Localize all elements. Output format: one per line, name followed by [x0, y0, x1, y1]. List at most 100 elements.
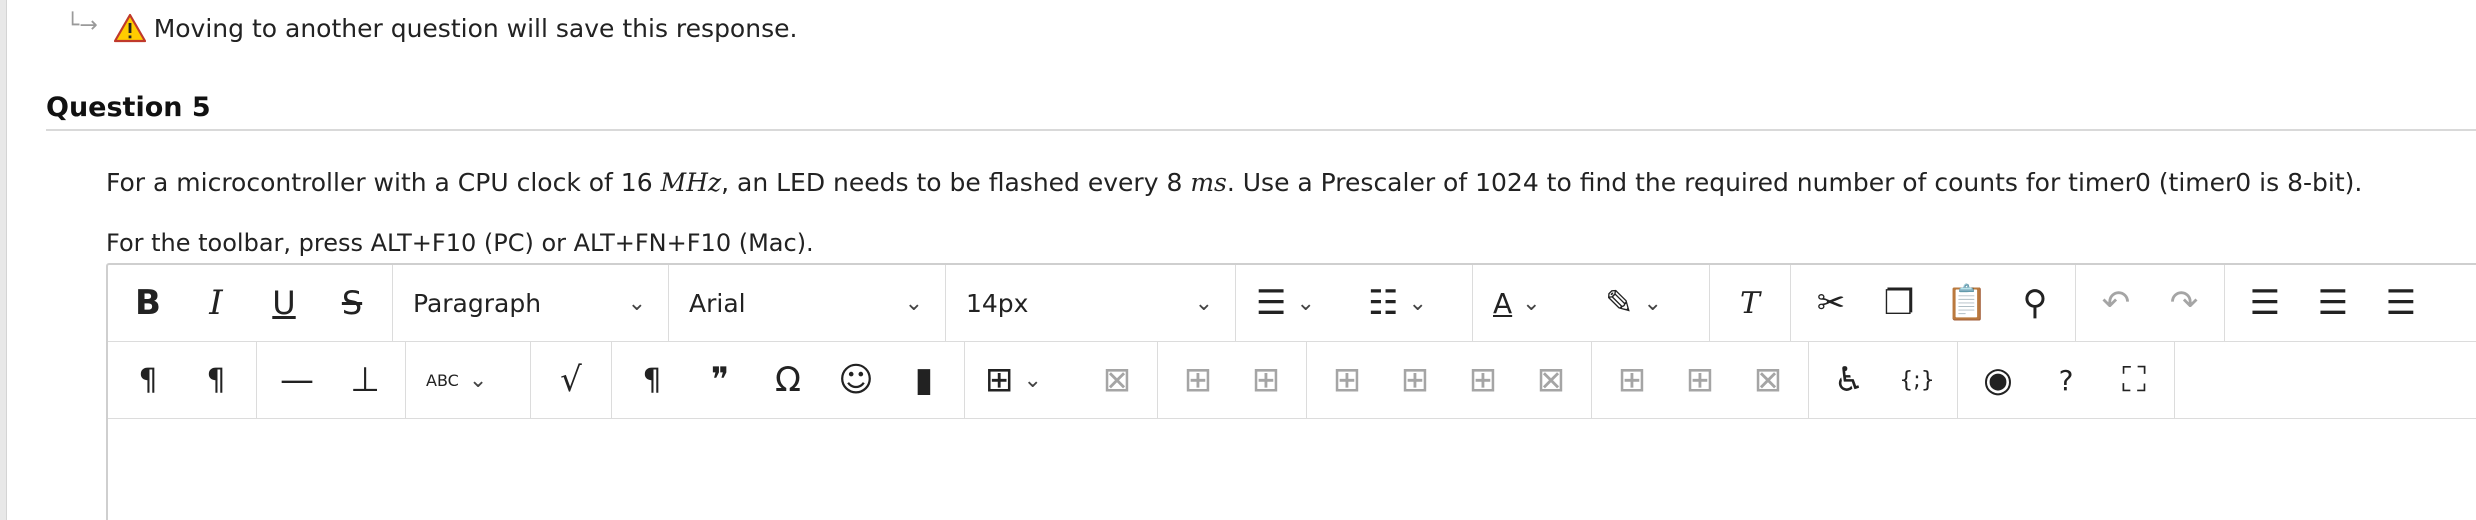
- chevron-down-icon: ⌄: [1296, 290, 1315, 316]
- warning-icon: [113, 13, 146, 43]
- ltr-icon[interactable]: ¶: [114, 350, 182, 410]
- question-divider: [46, 129, 2476, 131]
- delete-table-icon[interactable]: ⊠: [1083, 350, 1151, 410]
- chevron-down-icon: ⌄: [1643, 290, 1662, 316]
- editor-content-area[interactable]: [108, 420, 2476, 520]
- font-family-value: Arial: [689, 288, 746, 318]
- chevron-down-icon: ⌄: [627, 290, 646, 316]
- undo-icon[interactable]: ↶: [2082, 273, 2150, 333]
- toolbar-row-1: B I U S Paragraph ⌄ Arial ⌄ 14px ⌄ ☰ ⌄ ☷ ⌄…: [108, 265, 2476, 342]
- preview-icon[interactable]: ◉: [1964, 350, 2032, 410]
- strikethrough-button[interactable]: S: [318, 273, 386, 333]
- prompt-unit-ms: ms: [1190, 168, 1227, 197]
- table-col-group: ⊞ ⊞ ⊠: [1592, 342, 1809, 418]
- page-left-border: [0, 0, 7, 520]
- rtl-icon[interactable]: ¶: [182, 350, 250, 410]
- highlight-color-button[interactable]: ✎ ⌄: [1591, 273, 1703, 333]
- prompt-text-c: . Use a Prescaler of 1024 to find the re…: [1226, 168, 2363, 197]
- spellcheck-group: ABC ⌄: [406, 342, 531, 418]
- chevron-down-icon: ⌄: [468, 367, 488, 393]
- bullet-list-icon: ☰: [1256, 283, 1287, 323]
- table-group: ⊞ ⌄ ⊠: [965, 342, 1158, 418]
- question-prompt: For a microcontroller with a CPU clock o…: [106, 168, 2362, 197]
- merge-cells-icon[interactable]: ⊞: [1381, 350, 1449, 410]
- clear-formatting-button[interactable]: T: [1716, 273, 1784, 333]
- font-size-value: 14px: [966, 288, 1029, 318]
- bookmark-icon[interactable]: ▮: [890, 350, 958, 410]
- insert-row-before-icon[interactable]: ⊞: [1164, 350, 1232, 410]
- spellcheck-icon: ABC: [426, 370, 459, 390]
- anchor-icon[interactable]: ⊥: [331, 350, 399, 410]
- chevron-down-icon: ⌄: [1408, 290, 1427, 316]
- redo-icon[interactable]: ↷: [2150, 273, 2218, 333]
- view-group: ◉ ? ⛶: [1958, 342, 2175, 418]
- delete-cell-icon[interactable]: ⊠: [1517, 350, 1585, 410]
- accessibility-group: ♿ {;}: [1809, 342, 1958, 418]
- align-left-icon[interactable]: ☰: [2231, 273, 2299, 333]
- bold-button[interactable]: B: [114, 273, 182, 333]
- insert-group: ¶ ❞ Ω ☺ ▮: [612, 342, 965, 418]
- prompt-unit-mhz: MHz: [660, 168, 722, 197]
- notice-text: Moving to another question will save thi…: [153, 13, 798, 43]
- fullscreen-icon[interactable]: ⛶: [2100, 350, 2168, 410]
- rich-text-editor[interactable]: B I U S Paragraph ⌄ Arial ⌄ 14px ⌄ ☰ ⌄ ☷ ⌄…: [106, 263, 2476, 520]
- copy-icon[interactable]: ❐: [1865, 273, 1933, 333]
- prompt-text-b: , an LED needs to be flashed every 8: [721, 168, 1191, 197]
- delete-col-icon[interactable]: ⊠: [1734, 350, 1802, 410]
- toolbar-hint: For the toolbar, press ALT+F10 (PC) or A…: [106, 229, 814, 257]
- block-format-select[interactable]: Paragraph ⌄: [393, 265, 669, 341]
- align-center-icon[interactable]: ☰: [2299, 273, 2367, 333]
- math-group: √: [531, 342, 612, 418]
- source-code-icon[interactable]: {;}: [1883, 350, 1951, 410]
- insert-col-before-icon[interactable]: ⊞: [1598, 350, 1666, 410]
- special-char-icon[interactable]: Ω: [754, 350, 822, 410]
- emoji-icon[interactable]: ☺: [822, 350, 890, 410]
- pilcrow-icon[interactable]: ¶: [618, 350, 686, 410]
- font-family-select[interactable]: Arial ⌄: [669, 265, 946, 341]
- insert-col-after-icon[interactable]: ⊞: [1666, 350, 1734, 410]
- text-color-icon: A: [1493, 286, 1513, 320]
- blockquote-icon[interactable]: ❞: [686, 350, 754, 410]
- history-group: ↶ ↷: [2076, 265, 2225, 341]
- toolbar-row-2: ¶ ¶ — ⊥ ABC ⌄ √ ¶ ❞ Ω ☺ ▮ ⊞ ⌄ ⊠ ⊞ ⊞ ⊞ ⊞ …: [108, 342, 2476, 419]
- underline-button[interactable]: U: [250, 273, 318, 333]
- align-group: ☰ ☰ ☰: [2225, 265, 2441, 341]
- table-row-group: ⊞ ⊞: [1158, 342, 1307, 418]
- help-icon[interactable]: ?: [2032, 350, 2100, 410]
- question-title: Question 5: [46, 92, 211, 123]
- table-button[interactable]: ⊞ ⌄: [971, 350, 1083, 410]
- align-right-icon[interactable]: ☰: [2367, 273, 2435, 333]
- paste-icon[interactable]: 📋: [1933, 273, 2001, 333]
- chevron-down-icon: ⌄: [1522, 290, 1541, 316]
- notice-arrow-icon: └→: [66, 12, 98, 38]
- highlight-icon: ✎: [1605, 283, 1634, 323]
- clipboard-group: ✂ ❐ 📋 ⚲: [1791, 265, 2076, 341]
- font-size-select[interactable]: 14px ⌄: [946, 265, 1236, 341]
- chevron-down-icon: ⌄: [904, 290, 923, 316]
- insert-row-after-icon[interactable]: ⊞: [1232, 350, 1300, 410]
- math-icon[interactable]: √: [537, 350, 605, 410]
- list-group: ☰ ⌄ ☷ ⌄: [1236, 265, 1473, 341]
- bullet-list-button[interactable]: ☰ ⌄: [1242, 273, 1354, 333]
- insert-line-group: — ⊥: [257, 342, 406, 418]
- cell-props-icon[interactable]: ⊞: [1313, 350, 1381, 410]
- table-icon: ⊞: [985, 360, 1014, 400]
- format-group: B I U S: [108, 265, 393, 341]
- split-cell-icon[interactable]: ⊞: [1449, 350, 1517, 410]
- find-icon[interactable]: ⚲: [2001, 273, 2069, 333]
- cut-icon[interactable]: ✂: [1797, 273, 1865, 333]
- chevron-down-icon: ⌄: [1023, 367, 1042, 393]
- spellcheck-button[interactable]: ABC ⌄: [412, 350, 524, 410]
- numbered-list-button[interactable]: ☷ ⌄: [1354, 273, 1466, 333]
- accessibility-icon[interactable]: ♿: [1815, 350, 1883, 410]
- italic-button[interactable]: I: [182, 273, 250, 333]
- save-notice: └→ Moving to another question will save …: [66, 8, 797, 48]
- chevron-down-icon: ⌄: [1194, 290, 1213, 316]
- text-color-button[interactable]: A ⌄: [1479, 273, 1591, 333]
- numbered-list-icon: ☷: [1368, 283, 1399, 323]
- clear-format-group: T: [1710, 265, 1791, 341]
- prompt-text-a: For a microcontroller with a CPU clock o…: [106, 168, 661, 197]
- table-cell-group: ⊞ ⊞ ⊞ ⊠: [1307, 342, 1592, 418]
- horizontal-rule-icon[interactable]: —: [263, 350, 331, 410]
- direction-group: ¶ ¶: [108, 342, 257, 418]
